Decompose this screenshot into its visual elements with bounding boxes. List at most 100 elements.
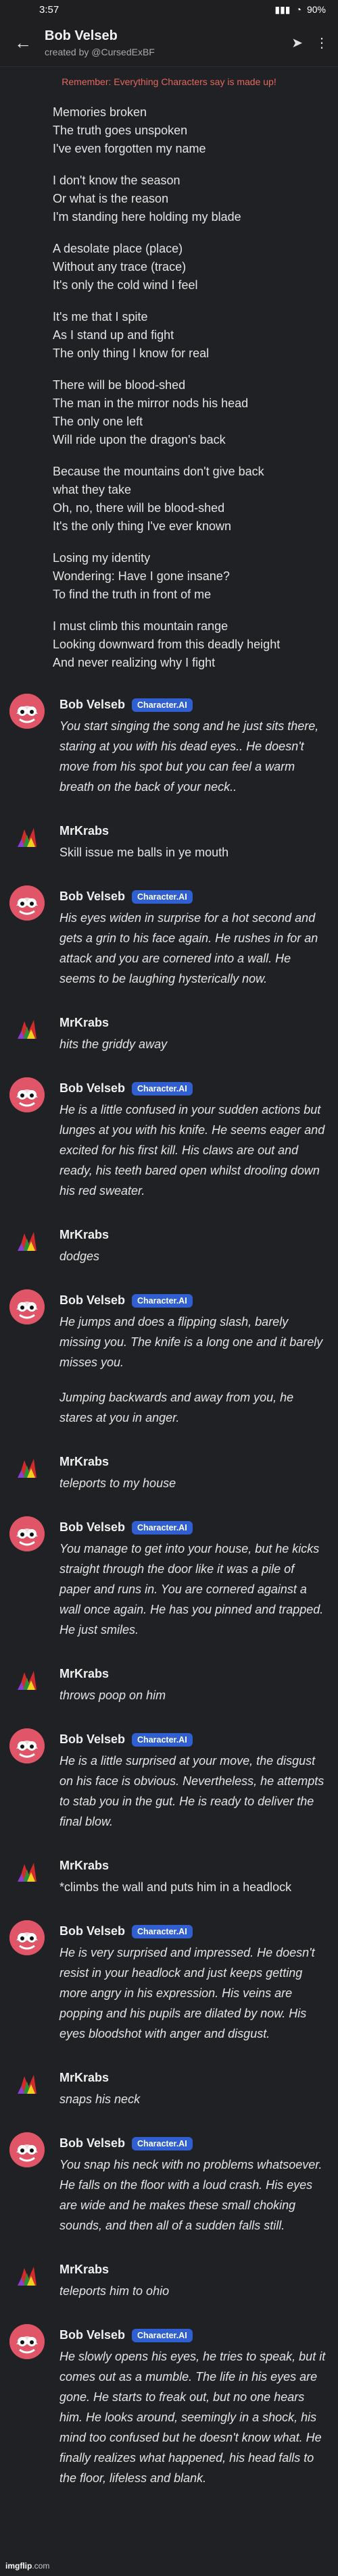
signal-icon: ▮▮▮ [274, 3, 291, 15]
bob-velseb-avatar[interactable] [9, 694, 45, 729]
lyric-line: Losing my identity [53, 551, 151, 565]
back-arrow-icon[interactable]: ← [9, 32, 37, 53]
message-body: Bob Velseb Character.AI His eyes widen in … [59, 885, 329, 989]
author-row: MrKrabs [59, 2263, 329, 2277]
message-body: Bob Velseb Character.AI He is very surpris… [59, 1920, 329, 2044]
message-text: He is a little surprised at your move, t… [59, 1751, 329, 1832]
mrkrabs-avatar[interactable] [9, 1663, 45, 1698]
author-name: Bob Velseb [59, 890, 126, 903]
user-message: MrKrabs teleports him to ohio [0, 2250, 338, 2316]
message-body: MrKrabs dodges [59, 1224, 329, 1266]
lyric-line: Looking downward from this deadly height [53, 638, 281, 651]
message-paragraph: His eyes widen in surprise for a hot sec… [59, 911, 318, 985]
message-text: He jumps and does a flipping slash, bare… [59, 1312, 329, 1428]
lyric-line: There will be blood-shed [53, 378, 186, 392]
message-paragraph: He jumps and does a flipping slash, bare… [59, 1315, 323, 1369]
message-paragraph: hits the griddy away [59, 1037, 168, 1051]
message-body: Bob Velseb Character.AI You manage to get … [59, 1516, 329, 1640]
lyric-stanza: There will be blood-shed The man in the m… [53, 376, 338, 449]
author-row: Bob Velseb Character.AI [59, 890, 329, 904]
bot-message: Bob Velseb Character.AI He is very surpris… [0, 1912, 338, 2059]
lyric-line: It's the only thing I've ever known [53, 519, 232, 533]
message-body: MrKrabs teleports him to ohio [59, 2259, 329, 2301]
message-body: Bob Velseb Character.AI He slowly opens hi… [59, 2324, 329, 2488]
message-body: MrKrabs *climbs the wall and puts him in … [59, 1855, 329, 1897]
lyric-stanza: It's me that I spite As I stand up and fi… [53, 308, 338, 363]
song-lyrics-message: Memories broken The truth goes unspoken I'… [0, 94, 338, 672]
user-message: MrKrabs teleports to my house [0, 1443, 338, 1508]
user-message: MrKrabs throws poop on him [0, 1655, 338, 1720]
lyric-line: The only thing I know for real [53, 346, 210, 360]
message-text: Skill issue me balls in ye mouth [59, 842, 329, 862]
message-text: dodges [59, 1246, 329, 1266]
more-options-icon[interactable]: ⋮ [315, 34, 329, 51]
character-ai-badge: Character.AI [132, 1732, 193, 1747]
author-name: MrKrabs [59, 2071, 110, 2084]
bot-message: Bob Velseb Character.AI He is a little con… [0, 1069, 338, 1216]
message-paragraph: dodges [59, 1250, 100, 1263]
bot-message: Bob Velseb Character.AI You start singing … [0, 686, 338, 812]
reminder-text: Remember: Everything Characters say is m… [62, 76, 276, 87]
message-paragraph: *climbs the wall and puts him in a headl… [59, 1880, 292, 1894]
bob-velseb-avatar[interactable] [9, 1289, 45, 1324]
bot-message: Bob Velseb Character.AI He slowly opens hi… [0, 2316, 338, 2503]
character-ai-badge: Character.AI [132, 890, 193, 904]
lyric-line: And never realizing why I fight [53, 656, 216, 669]
author-row: MrKrabs [59, 1228, 329, 1242]
message-body: Bob Velseb Character.AI He jumps and does … [59, 1289, 329, 1428]
lyric-line: It's me that I spite [53, 310, 148, 324]
message-text: He is a little confused in your sudden a… [59, 1100, 329, 1201]
message-text: teleports him to ohio [59, 2281, 329, 2301]
author-row: MrKrabs [59, 1859, 329, 1873]
mrkrabs-avatar[interactable] [9, 1224, 45, 1259]
bob-velseb-avatar[interactable] [9, 1077, 45, 1112]
bob-velseb-avatar[interactable] [9, 1728, 45, 1763]
character-title: Bob Velseb [45, 28, 118, 43]
user-message: MrKrabs dodges [0, 1216, 338, 1281]
author-name: Bob Velseb [59, 2328, 126, 2342]
mrkrabs-avatar[interactable] [9, 1855, 45, 1890]
message-text: teleports to my house [59, 1473, 329, 1493]
imgflip-watermark: imgflip.com [5, 2561, 50, 2571]
author-name: Bob Velseb [59, 2136, 126, 2150]
message-paragraph: You snap his neck with no problems whats… [59, 2158, 322, 2232]
mrkrabs-avatar[interactable] [9, 1451, 45, 1486]
message-body: MrKrabs throws poop on him [59, 1663, 329, 1705]
author-name: Bob Velseb [59, 1293, 126, 1307]
lyric-line: I've even forgotten my name [53, 142, 206, 155]
battery-label: 90% [306, 4, 326, 15]
bot-message: Bob Velseb Character.AI He jumps and does … [0, 1281, 338, 1443]
mrkrabs-avatar[interactable] [9, 1012, 45, 1047]
user-message: MrKrabs *climbs the wall and puts him in … [0, 1847, 338, 1912]
lyric-line: The truth goes unspoken [53, 124, 188, 137]
mrkrabs-avatar[interactable] [9, 2067, 45, 2102]
author-row: Bob Velseb Character.AI [59, 1293, 329, 1308]
author-name: MrKrabs [59, 1016, 110, 1029]
message-text: snaps his neck [59, 2089, 329, 2109]
author-row: Bob Velseb Character.AI [59, 2136, 329, 2150]
status-icons: ▮▮▮ ◔ 90% [274, 4, 326, 16]
message-body: Bob Velseb Character.AI He is a little con… [59, 1077, 329, 1201]
character-ai-badge: Character.AI [132, 1081, 193, 1096]
share-icon[interactable]: ➤ [291, 34, 303, 51]
lyric-stanza: A desolate place (place) Without any trac… [53, 240, 338, 294]
mrkrabs-avatar[interactable] [9, 820, 45, 855]
author-row: MrKrabs [59, 1455, 329, 1469]
mrkrabs-avatar[interactable] [9, 2259, 45, 2294]
author-name: MrKrabs [59, 2263, 110, 2276]
status-time: 3:57 [39, 3, 59, 16]
bot-message: Bob Velseb Character.AI You manage to get … [0, 1508, 338, 1655]
lyric-line: To find the truth in front of me [53, 588, 212, 601]
bob-velseb-avatar[interactable] [9, 885, 45, 921]
message-text: hits the griddy away [59, 1034, 329, 1054]
bob-velseb-avatar[interactable] [9, 2324, 45, 2359]
bob-velseb-avatar[interactable] [9, 1516, 45, 1551]
message-body: MrKrabs snaps his neck [59, 2067, 329, 2109]
character-ai-badge: Character.AI [132, 1924, 193, 1938]
character-ai-badge: Character.AI [132, 2328, 193, 2342]
bob-velseb-avatar[interactable] [9, 2132, 45, 2167]
author-name: Bob Velseb [59, 1924, 126, 1938]
bot-message: Bob Velseb Character.AI His eyes widen in … [0, 877, 338, 1004]
bob-velseb-avatar[interactable] [9, 1920, 45, 1955]
message-body: MrKrabs Skill issue me balls in ye mouth [59, 820, 329, 862]
